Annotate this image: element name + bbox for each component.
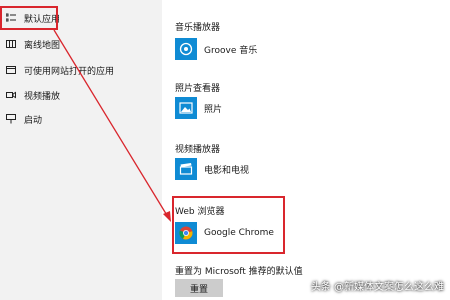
offline-maps-icon (6, 39, 16, 49)
reset-defaults-label: 重置为 Microsoft 推荐的默认值 (175, 267, 303, 277)
music-player-app[interactable]: Groove 音乐 (175, 36, 257, 62)
photo-viewer-label: 照片查看器 (175, 84, 221, 94)
video-playback-icon (6, 90, 16, 100)
sidebar-item-label: 启动 (24, 115, 43, 126)
sidebar-item-label: 默认应用 (24, 14, 61, 25)
sidebar-item-label: 可使用网站打开的应用 (24, 66, 115, 77)
startup-icon (6, 114, 16, 124)
video-player-label: 视频播放器 (175, 145, 221, 155)
photos-icon (175, 97, 197, 119)
groove-music-icon (175, 38, 197, 60)
sidebar-item-offline-maps[interactable]: 离线地图 (0, 33, 162, 55)
sidebar-item-default-apps[interactable]: 默认应用 (0, 7, 162, 29)
sidebar-item-label: 视频播放 (24, 91, 61, 102)
movies-tv-icon (175, 158, 197, 180)
web-browser-app-name: Google Chrome (204, 228, 274, 238)
video-player-app-name: 电影和电视 (204, 165, 250, 176)
sidebar-item-apps-for-websites[interactable]: 可使用网站打开的应用 (0, 59, 162, 81)
music-player-label: 音乐播放器 (175, 23, 221, 33)
sidebar-item-label: 离线地图 (24, 40, 61, 51)
apps-for-websites-icon (6, 65, 16, 75)
photo-viewer-app-name: 照片 (204, 104, 223, 115)
chrome-icon (175, 222, 197, 244)
watermark: 头条 @新媒体文案怎么这么难 (310, 282, 444, 293)
sidebar-item-startup[interactable]: 启动 (0, 108, 162, 130)
music-player-app-name: Groove 音乐 (204, 45, 258, 56)
web-browser-label: Web 浏览器 (175, 207, 225, 217)
video-player-app[interactable]: 电影和电视 (175, 156, 249, 182)
default-apps-panel: 音乐播放器 Groove 音乐 照片查看器 照片 视频播放器 电影和电视 Web… (162, 0, 450, 300)
photo-viewer-app[interactable]: 照片 (175, 95, 222, 121)
web-browser-app[interactable]: Google Chrome (175, 220, 274, 246)
sidebar-item-video-playback[interactable]: 视频播放 (0, 84, 162, 106)
settings-sidebar: 默认应用 离线地图 可使用网站打开的应用 视频播放 启动 (0, 0, 162, 300)
reset-button[interactable]: 重置 (175, 279, 223, 297)
default-apps-icon (6, 13, 16, 23)
